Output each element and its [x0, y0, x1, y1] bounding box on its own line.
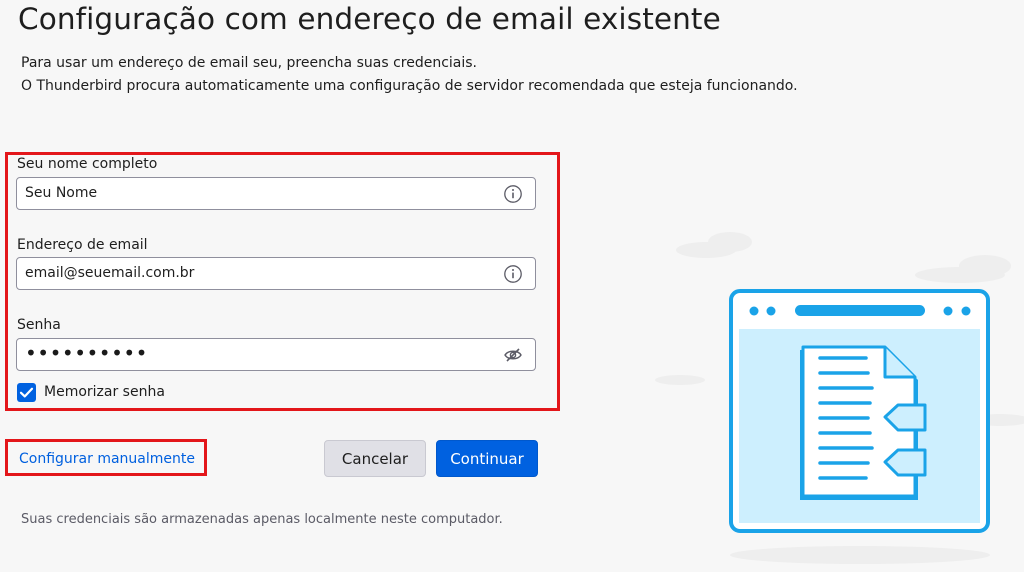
password-field[interactable]: ••••••••••	[16, 338, 536, 371]
description-line-2: O Thunderbird procura automaticamente um…	[21, 78, 798, 94]
name-label: Seu nome completo	[17, 156, 158, 172]
document-browser-illustration	[655, 232, 1024, 564]
info-circle-icon[interactable]	[503, 184, 523, 204]
page-title: Configuração com endereço de email exist…	[18, 2, 721, 36]
email-label: Endereço de email	[17, 237, 148, 253]
credentials-note: Suas credenciais são armazenadas apenas …	[21, 512, 503, 527]
password-label: Senha	[17, 317, 61, 333]
eye-slash-icon[interactable]	[503, 345, 523, 365]
remember-password-label[interactable]: Memorizar senha	[44, 384, 165, 400]
continue-button[interactable]: Continuar	[436, 440, 538, 477]
info-circle-icon[interactable]	[503, 264, 523, 284]
cancel-button[interactable]: Cancelar	[324, 440, 426, 477]
remember-password-checkbox[interactable]	[17, 383, 36, 402]
email-value: email@seuemail.com.br	[25, 265, 195, 281]
name-value: Seu Nome	[25, 185, 98, 201]
manual-config-link[interactable]: Configurar manualmente	[19, 451, 195, 467]
email-field[interactable]: email@seuemail.com.br	[16, 257, 536, 290]
checkmark-icon	[19, 387, 34, 398]
description-line-1: Para usar um endereço de email seu, pree…	[21, 55, 477, 71]
password-value: ••••••••••	[25, 341, 148, 365]
name-field[interactable]: Seu Nome	[16, 177, 536, 210]
